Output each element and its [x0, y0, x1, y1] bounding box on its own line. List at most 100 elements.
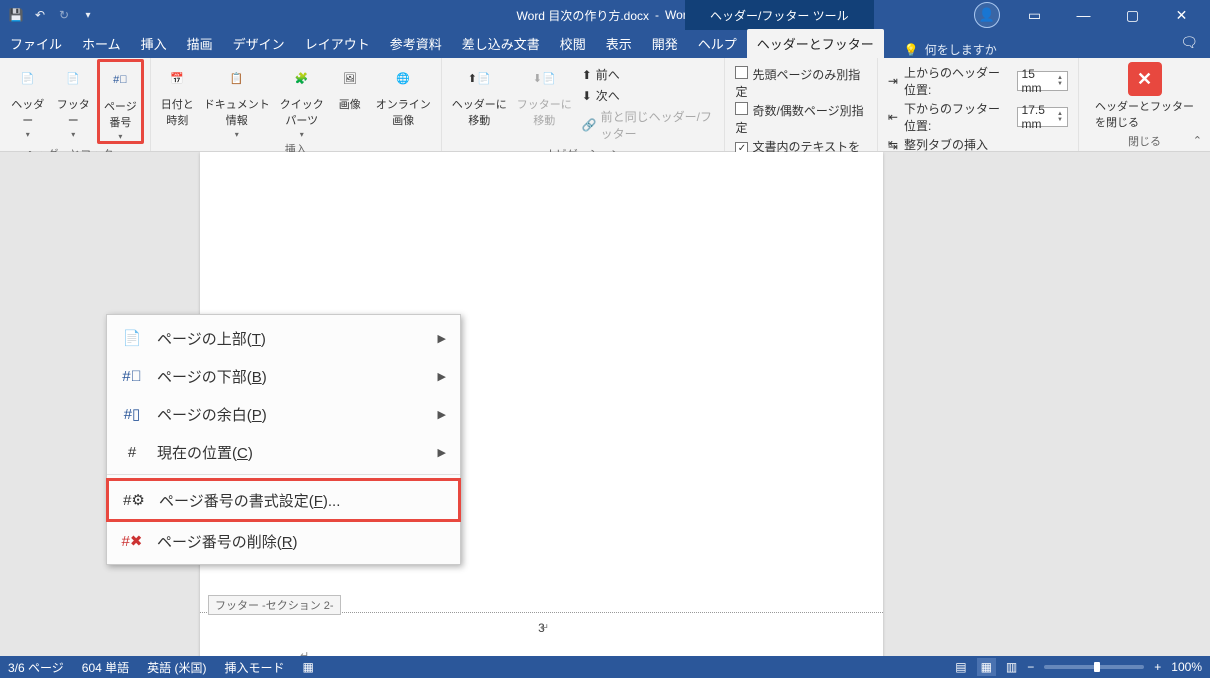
maximize-button[interactable]: ▢ — [1110, 0, 1155, 30]
prev-section-button[interactable]: ⬆前へ — [578, 64, 719, 85]
minimize-button[interactable]: — — [1061, 0, 1106, 30]
header-pos-icon: ⇥ — [888, 74, 898, 88]
close-button[interactable]: ✕ — [1159, 0, 1204, 30]
zoom-out-button[interactable]: − — [1027, 660, 1034, 674]
word-count[interactable]: 604 単語 — [82, 659, 129, 676]
tab-layout[interactable]: レイアウト — [295, 29, 380, 58]
ribbon-display-icon[interactable]: ▭ — [1012, 0, 1057, 30]
group-navigation: ⬆📄ヘッダーに 移動 ⬇📄フッターに 移動 ⬆前へ ⬇次へ 🔗前と同じヘッダー/… — [442, 58, 726, 151]
group-position: ⇥上からのヘッダー位置:15 mm▲▼ ⇤下からのフッター位置:17.5 mm▲… — [878, 58, 1079, 151]
chevron-right-icon: ▶ — [438, 370, 446, 383]
tab-file[interactable]: ファイル — [0, 29, 72, 58]
goto-header-button[interactable]: ⬆📄ヘッダーに 移動 — [448, 60, 511, 128]
header-pos-input[interactable]: 15 mm▲▼ — [1017, 71, 1068, 91]
image-button[interactable]: 🖼画像 — [330, 60, 370, 112]
footer-icon: 📄 — [57, 62, 89, 94]
save-icon[interactable]: 💾 — [8, 7, 24, 23]
chevron-down-icon: ▾ — [300, 130, 304, 139]
tab-references[interactable]: 参考資料 — [380, 29, 452, 58]
group-insert: 📅日付と 時刻 📋ドキュメント 情報▾ 🧩クイック パーツ▾ 🖼画像 🌐オンライ… — [151, 58, 442, 151]
prev-icon: ⬆ — [582, 68, 592, 82]
contextual-tab-title: ヘッダー/フッター ツール — [685, 0, 874, 30]
tab-home[interactable]: ホーム — [72, 29, 131, 58]
tell-me-search[interactable]: 💡 何をしますか — [904, 41, 997, 58]
first-page-checkbox[interactable]: 先頭ページのみ別指定 — [735, 66, 866, 100]
online-image-button[interactable]: 🌐オンライン 画像 — [372, 60, 435, 128]
chevron-right-icon: ▶ — [438, 446, 446, 459]
close-icon: ✕ — [1128, 62, 1162, 96]
tab-review[interactable]: 校閲 — [550, 29, 596, 58]
date-time-button[interactable]: 📅日付と 時刻 — [157, 60, 198, 128]
chevron-right-icon: ▶ — [438, 332, 446, 345]
quickparts-icon: 🧩 — [286, 62, 318, 94]
tab-draw[interactable]: 描画 — [177, 29, 223, 58]
print-layout-icon[interactable]: ▦ — [977, 658, 996, 676]
footer-pos-input[interactable]: 17.5 mm▲▼ — [1017, 107, 1068, 127]
checkbox-icon — [735, 102, 748, 115]
footer-button[interactable]: 📄フッター▾ — [51, 60, 94, 139]
menu-format-page-numbers[interactable]: #⚙ ページ番号の書式設定(F)... — [106, 478, 461, 522]
insert-mode[interactable]: 挿入モード — [224, 659, 284, 676]
page-number-menu: 📄 ページの上部(T) ▶ #⃞ ページの下部(B) ▶ #▯ ページの余白(P… — [106, 314, 461, 565]
tab-mailings[interactable]: 差し込み文書 — [452, 29, 550, 58]
header-pos-label: 上からのヘッダー位置: — [904, 64, 1011, 98]
ribbon: 📄ヘッダー▾ 📄フッター▾ #⃞ページ 番号▾ ヘッダーとフッター 📅日付と 時… — [0, 58, 1210, 152]
chevron-down-icon: ▾ — [71, 130, 75, 139]
odd-even-checkbox[interactable]: 奇数/偶数ページ別指定 — [735, 102, 866, 136]
window-title: Word 目次の作り方.docx - Word — [517, 7, 694, 24]
paragraph-mark-icon: ↵ — [540, 621, 549, 634]
group-close: ✕ ヘッダーとフッター を閉じる 閉じる — [1079, 58, 1210, 151]
share-icon[interactable]: 🗨 — [1180, 34, 1198, 51]
web-layout-icon[interactable]: ▥ — [1006, 660, 1017, 674]
align-tab-button[interactable]: ↹整列タブの挿入 — [888, 136, 1068, 153]
tab-insert[interactable]: 挿入 — [131, 29, 177, 58]
quick-parts-button[interactable]: 🧩クイック パーツ▾ — [276, 60, 328, 139]
menu-page-margins[interactable]: #▯ ページの余白(P) ▶ — [107, 395, 460, 433]
header-button[interactable]: 📄ヘッダー▾ — [6, 60, 49, 139]
next-section-button[interactable]: ⬇次へ — [578, 85, 719, 106]
read-mode-icon[interactable]: ▤ — [955, 660, 966, 674]
checkbox-icon — [735, 66, 748, 79]
doc-name: Word 目次の作り方.docx — [517, 7, 649, 24]
tab-help[interactable]: ヘルプ — [688, 29, 747, 58]
align-tab-icon: ↹ — [888, 138, 898, 152]
menu-current-position[interactable]: # 現在の位置(C) ▶ — [107, 433, 460, 471]
language[interactable]: 英語 (米国) — [147, 659, 206, 676]
docinfo-icon: 📋 — [221, 62, 253, 94]
menu-bottom-of-page[interactable]: #⃞ ページの下部(B) ▶ — [107, 357, 460, 395]
goto-footer-icon: ⬇📄 — [528, 62, 560, 94]
chevron-down-icon: ▾ — [26, 130, 30, 139]
tab-view[interactable]: 表示 — [596, 29, 642, 58]
paragraph-mark-icon: ↵ — [300, 649, 309, 656]
spinner-icon[interactable]: ▲▼ — [1057, 111, 1063, 123]
macro-icon[interactable]: ▦ — [302, 660, 313, 674]
link-previous-button: 🔗前と同じヘッダー/フッター — [578, 106, 719, 144]
tab-header-footer[interactable]: ヘッダーとフッター — [747, 29, 884, 58]
calendar-icon: 📅 — [161, 62, 193, 94]
goto-footer-button: ⬇📄フッターに 移動 — [513, 60, 576, 128]
zoom-level[interactable]: 100% — [1171, 660, 1202, 674]
close-header-footer-button[interactable]: ✕ ヘッダーとフッター を閉じる — [1085, 60, 1204, 130]
zoom-in-button[interactable]: + — [1154, 660, 1161, 674]
undo-icon[interactable]: ↶ — [32, 7, 48, 23]
doc-info-button[interactable]: 📋ドキュメント 情報▾ — [200, 60, 274, 139]
zoom-slider[interactable] — [1044, 665, 1144, 669]
link-icon: 🔗 — [582, 118, 597, 132]
page-count[interactable]: 3/6 ページ — [8, 659, 64, 676]
tab-design[interactable]: デザイン — [223, 29, 295, 58]
tab-developer[interactable]: 開発 — [642, 29, 688, 58]
zoom-slider-thumb[interactable] — [1094, 662, 1100, 672]
window-controls: 👤 ▭ — ▢ ✕ — [974, 0, 1210, 30]
redo-icon[interactable]: ↻ — [56, 7, 72, 23]
user-avatar[interactable]: 👤 — [974, 2, 1000, 28]
menu-top-of-page[interactable]: 📄 ページの上部(T) ▶ — [107, 319, 460, 357]
online-image-icon: 🌐 — [387, 62, 419, 94]
footer-region[interactable]: フッター -セクション 2- 3 ↵ ↵ — [200, 612, 883, 656]
menu-remove-page-numbers[interactable]: #✖ ページ番号の削除(R) — [107, 522, 460, 560]
page-number-button[interactable]: #⃞ページ 番号▾ — [97, 59, 144, 144]
spinner-icon[interactable]: ▲▼ — [1057, 75, 1063, 87]
qat-custom-icon[interactable]: ▾ — [80, 7, 96, 23]
titlebar: 💾 ↶ ↻ ▾ Word 目次の作り方.docx - Word ヘッダー/フッタ… — [0, 0, 1210, 30]
document-area: フッター -セクション 2- 3 ↵ ↵ 📄 ページの上部(T) ▶ #⃞ ペー… — [0, 152, 1210, 656]
collapse-ribbon-icon[interactable]: ⌃ — [1193, 134, 1202, 147]
